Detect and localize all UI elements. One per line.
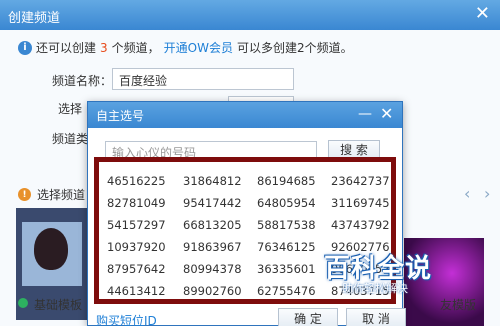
number-option[interactable]: 10937920: [107, 238, 183, 256]
number-option[interactable]: 87957642: [107, 260, 183, 278]
number-option[interactable]: 82781049: [107, 194, 183, 212]
number-option[interactable]: 91863967: [183, 238, 257, 256]
dialog-title: 自主选号: [96, 109, 145, 123]
number-option[interactable]: 80994378: [183, 260, 257, 278]
number-option[interactable]: 95417442: [183, 194, 257, 212]
number-option[interactable]: 76346125: [257, 238, 331, 256]
watermark-subtitle: 助你轻松解决: [342, 282, 408, 295]
channel-name-input[interactable]: 百度经验: [112, 68, 294, 90]
channel-name-label: 频道名称：: [52, 74, 113, 88]
channel-count: 3: [100, 40, 108, 55]
template-radio-selected[interactable]: [18, 298, 28, 308]
window-titlebar: 创建频道 ✕: [0, 0, 500, 30]
dialog-titlebar: 自主选号 — ✕: [88, 102, 402, 128]
confirm-button[interactable]: 确 定: [278, 308, 338, 326]
dialog-close-icon[interactable]: ✕: [380, 104, 393, 123]
number-option[interactable]: 44613412: [107, 282, 183, 300]
choose-template-row: ! 选择频道: [18, 186, 85, 203]
window-title: 创建频道: [8, 11, 61, 26]
number-option[interactable]: 86194685: [257, 172, 331, 190]
number-option[interactable]: 66813205: [183, 216, 257, 234]
number-option[interactable]: 31169745: [331, 194, 389, 212]
number-option[interactable]: 62755476: [257, 282, 331, 300]
cancel-button[interactable]: 取 消: [346, 308, 406, 326]
number-option[interactable]: 23642737: [331, 172, 389, 190]
vip-link[interactable]: 开通OW会员: [164, 39, 233, 56]
warning-icon: !: [18, 188, 31, 201]
channel-type-label: 频道类: [52, 132, 89, 146]
select-label: 选择: [58, 102, 83, 116]
number-option[interactable]: 31864812: [183, 172, 257, 190]
minimize-icon[interactable]: —: [358, 106, 372, 122]
number-option[interactable]: 36335601: [257, 260, 331, 278]
info-prefix: 还可以创建: [36, 41, 97, 55]
buy-short-id-link[interactable]: 购买短位ID: [96, 312, 157, 326]
number-option[interactable]: 64805954: [257, 194, 331, 212]
info-row: i 还可以创建 3 个频道， 开通OW会员 可以多创建2个频道。: [18, 39, 353, 56]
info-tail: 可以多创建2个频道。: [236, 41, 353, 55]
number-option[interactable]: 46516225: [107, 172, 183, 190]
info-suffix: 个频道，: [111, 41, 160, 55]
choose-template-label: 选择频道: [37, 188, 86, 202]
prev-arrow-icon[interactable]: ‹: [464, 184, 470, 203]
close-icon[interactable]: ✕: [475, 4, 490, 24]
next-arrow-icon[interactable]: ›: [484, 184, 490, 203]
number-option[interactable]: 43743792: [331, 216, 389, 234]
number-option[interactable]: 58817538: [257, 216, 331, 234]
basic-template-label: 基础模板: [34, 298, 83, 312]
info-icon: i: [18, 40, 32, 55]
number-option[interactable]: 54157297: [107, 216, 183, 234]
thumbnail-avatar: [34, 228, 68, 270]
number-option[interactable]: 89902760: [183, 282, 257, 300]
watermark-logo: 百科全说 助你轻松解决: [324, 248, 500, 300]
